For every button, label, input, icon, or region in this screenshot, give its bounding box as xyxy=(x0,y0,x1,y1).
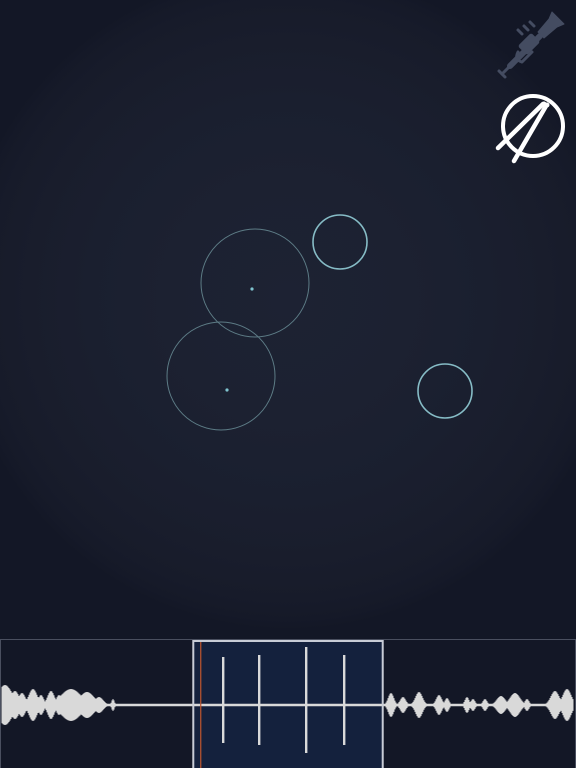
pad-c-ring[interactable] xyxy=(312,214,368,270)
waveform-transient xyxy=(343,655,346,745)
pad-canvas[interactable] xyxy=(0,0,576,640)
pad-b-dot xyxy=(225,388,229,392)
pad-a[interactable] xyxy=(200,228,310,338)
pad-stage[interactable] xyxy=(0,0,576,640)
trumpet-button[interactable] xyxy=(494,8,568,80)
pad-d[interactable] xyxy=(417,363,473,419)
pad-a-ring[interactable] xyxy=(200,228,310,338)
trumpet-icon xyxy=(497,11,565,79)
pad-b-ring[interactable] xyxy=(166,321,276,431)
pad-a-dot xyxy=(250,287,254,291)
waveform-transient xyxy=(222,657,225,743)
waveform-timeline[interactable] xyxy=(0,639,576,768)
waveform-canvas[interactable] xyxy=(1,640,575,768)
app-root xyxy=(0,0,576,768)
waveform-transient xyxy=(258,655,261,745)
pad-d-ring[interactable] xyxy=(417,363,473,419)
pad-c[interactable] xyxy=(312,214,368,270)
drumsticks-button[interactable] xyxy=(494,90,570,166)
waveform-transient xyxy=(305,647,308,753)
drumsticks-icon xyxy=(495,94,565,164)
pad-b[interactable] xyxy=(166,321,276,431)
